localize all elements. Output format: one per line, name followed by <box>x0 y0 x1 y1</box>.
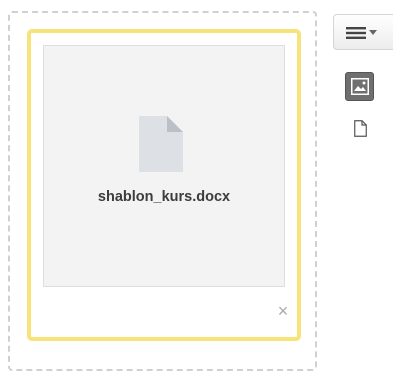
file-view-button[interactable] <box>354 120 367 137</box>
hamburger-menu-icon <box>346 27 366 39</box>
chevron-down-icon <box>369 30 377 35</box>
remove-file-button[interactable]: × <box>275 302 291 320</box>
file-card[interactable]: shablon_kurs.docx × <box>27 29 301 341</box>
file-preview: shablon_kurs.docx <box>43 45 285 287</box>
image-view-button[interactable] <box>345 72 374 101</box>
image-icon <box>351 78 369 95</box>
view-menu-button[interactable] <box>333 14 393 50</box>
file-name-fade <box>242 186 258 208</box>
document-icon <box>139 116 183 172</box>
